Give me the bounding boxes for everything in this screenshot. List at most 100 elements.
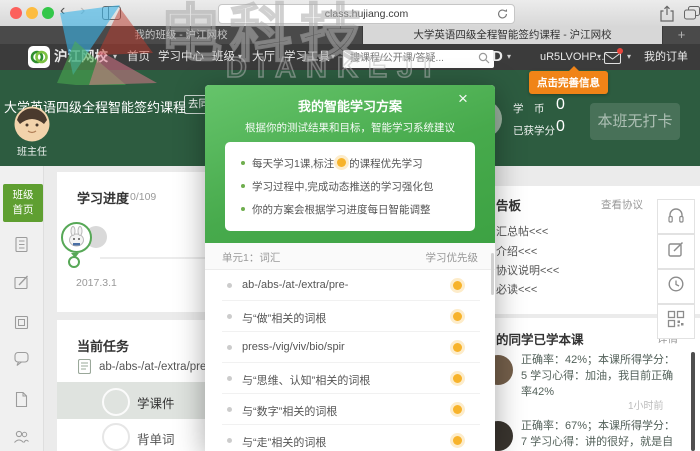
- nav-learning-center[interactable]: 学习中心: [158, 44, 204, 70]
- row-bullet-icon: [227, 407, 232, 412]
- new-tab-button[interactable]: +: [662, 26, 700, 44]
- progress-count: 0/109: [130, 191, 157, 203]
- task-unit-name[interactable]: ab-/abs-/at-/extra/pre-: [99, 361, 210, 373]
- row-bullet-icon: [227, 283, 232, 288]
- edit-icon: [667, 240, 685, 263]
- lesson-row[interactable]: 与“走”相关的词根: [205, 425, 495, 451]
- announcement-item[interactable]: 介绍<<<: [496, 243, 537, 259]
- priority-dot-icon: [453, 343, 462, 352]
- bullet-dot-icon: [241, 184, 245, 188]
- row-bullet-icon: [227, 438, 232, 443]
- lesson-row[interactable]: 与“数字”相关的词根: [205, 394, 495, 425]
- announcement-item[interactable]: 协议说明<<<: [496, 262, 559, 278]
- announcement-item[interactable]: 汇总帖<<<: [496, 223, 548, 239]
- close-icon[interactable]: ×: [458, 89, 468, 109]
- lesson-row[interactable]: press-/vig/viv/bio/spir: [205, 332, 495, 363]
- compose-note-button[interactable]: [657, 234, 695, 269]
- announcement-title: 告板: [496, 199, 522, 213]
- mail-badge: [617, 48, 623, 54]
- history-clock-icon: [667, 275, 685, 298]
- modal-subtitle: 根据你的测试结果和目标，智能学习系统建议: [245, 122, 455, 134]
- task-item-label: 背单词: [137, 433, 175, 447]
- credit-label: 已获学分: [513, 125, 555, 137]
- zoom-window-button[interactable]: [42, 7, 54, 19]
- task-title: 当前任务: [77, 339, 130, 354]
- search-icon[interactable]: [478, 51, 490, 69]
- announcement-item[interactable]: 必读<<<: [496, 281, 537, 297]
- screen: ‹ › class.hujiang.com 我的班级 - 沪江网校 大学英语四级…: [0, 0, 700, 451]
- d-logo[interactable]: D: [492, 44, 503, 70]
- d-caret-icon: ▾: [507, 52, 512, 61]
- plan-tip: 你的方案会根据学习进度每日智能调整: [241, 202, 431, 217]
- priority-dot-icon: [337, 158, 347, 167]
- close-window-button[interactable]: [10, 7, 22, 19]
- nav-my-orders[interactable]: 我的订单: [644, 44, 688, 70]
- reload-icon[interactable]: [497, 8, 508, 26]
- priority-dot-icon: [453, 374, 462, 383]
- modal-header: 我的智能学习方案 × 根据你的测试结果和目标，智能学习系统建议 每天学习1课,标…: [205, 85, 495, 243]
- qr-code-icon: [667, 310, 685, 333]
- url-bar[interactable]: class.hujiang.com: [218, 4, 515, 24]
- nav-tools[interactable]: 学习工具: [284, 44, 330, 70]
- brand-name[interactable]: 沪江网校: [54, 44, 108, 70]
- audio-help-button[interactable]: [657, 199, 695, 234]
- brand-caret-icon: ▾: [113, 52, 118, 61]
- classmates-icon[interactable]: [13, 428, 30, 445]
- priority-dot-icon: [453, 281, 462, 290]
- checkin-button[interactable]: 本班无打卡: [590, 103, 680, 140]
- tab-my-class[interactable]: 我的班级 - 沪江网校: [0, 26, 363, 44]
- minimize-window-button[interactable]: [26, 7, 38, 19]
- homework-icon[interactable]: [13, 274, 30, 291]
- comment-text: 正确率：67%；本课所得学分：7 学习心得：讲的很好，就是自己还来不: [521, 420, 676, 448]
- mail-caret-icon: ▾: [627, 52, 632, 61]
- mail-icon[interactable]: [604, 48, 623, 69]
- history-button[interactable]: [657, 269, 695, 304]
- progress-node: [68, 256, 80, 268]
- courseware-icon[interactable]: [13, 314, 30, 331]
- file-icon[interactable]: [13, 391, 30, 408]
- view-agreement-link[interactable]: 查看协议: [601, 197, 643, 212]
- bullet-dot-icon: [241, 161, 245, 165]
- sidebar-toggle-icon[interactable]: [102, 6, 121, 25]
- row-bullet-icon: [227, 376, 232, 381]
- modal-title: 我的智能学习方案: [297, 99, 402, 114]
- back-button[interactable]: ‹: [60, 2, 65, 20]
- nav-class-caret-icon: ▾: [238, 52, 243, 61]
- tabs-overview-icon[interactable]: [684, 6, 700, 25]
- forward-button[interactable]: ›: [80, 2, 85, 20]
- user-caret-icon: ▾: [597, 52, 602, 61]
- nav-hall[interactable]: 大厅: [252, 44, 275, 70]
- lesson-row[interactable]: 与“思维、认知”相关的词根: [205, 363, 495, 394]
- chat-icon[interactable]: [13, 350, 30, 367]
- browser-toolbar: ‹ › class.hujiang.com: [0, 0, 700, 27]
- lesson-row[interactable]: ab-/abs-/at-/extra/pre-: [205, 270, 495, 301]
- search-input[interactable]: [343, 49, 494, 68]
- comments-scrollbar[interactable]: [691, 352, 695, 451]
- lesson-row[interactable]: 与“做”相关的词根: [205, 301, 495, 332]
- credit-value: 0: [556, 118, 565, 135]
- progress-title: 学习进度: [77, 191, 130, 206]
- comment-time: 1小时前: [628, 401, 664, 412]
- tab-course-active[interactable]: 大学英语四级全程智能签约课程 - 沪江网校: [363, 26, 662, 44]
- share-icon[interactable]: [660, 5, 674, 27]
- progress-marker-pin[interactable]: [61, 222, 92, 253]
- qr-code-button[interactable]: [657, 304, 695, 339]
- unit-label: 单元1：词汇: [222, 252, 281, 264]
- teacher-avatar[interactable]: [14, 106, 50, 147]
- site-navbar: 沪江网校 ▾ 首页 学习中心 班级 ▾ 大厅 学习工具 ▾ D ▾ uR5LVO…: [0, 44, 700, 70]
- sidebar-item-class-home[interactable]: 班级首页: [3, 184, 43, 222]
- nav-home[interactable]: 首页: [127, 44, 150, 70]
- nav-class[interactable]: 班级: [212, 44, 235, 70]
- task-step-circle: [102, 423, 130, 451]
- url-text: class.hujiang.com: [324, 8, 409, 20]
- priority-dot-icon: [453, 405, 462, 414]
- classmates-title: 的同学已学本课: [496, 333, 584, 347]
- row-bullet-icon: [227, 345, 232, 350]
- notebook-icon[interactable]: [13, 236, 30, 253]
- coin-value: 0: [556, 96, 565, 113]
- hujiang-logo-icon[interactable]: [28, 46, 50, 73]
- complete-info-tooltip[interactable]: 点击完善信息: [529, 66, 608, 94]
- tab-bar: 我的班级 - 沪江网校 大学英语四级全程智能签约课程 - 沪江网校 +: [0, 26, 700, 44]
- task-step-circle: [102, 388, 130, 416]
- modal-scrollbar[interactable]: [491, 253, 494, 295]
